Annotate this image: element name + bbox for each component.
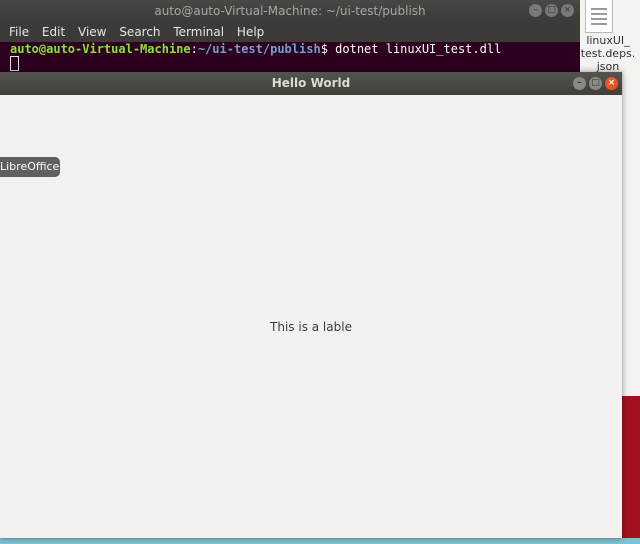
terminal-window: auto@auto-Virtual-Machine: ~/ui-test/pub… [0,0,580,78]
terminal-menubar: File Edit View Search Terminal Help [0,22,580,42]
desktop-file-label[interactable]: linuxUI_ test.deps. json [576,34,640,73]
prompt-symbol: $ [320,42,336,56]
terminal-titlebar[interactable]: auto@auto-Virtual-Machine: ~/ui-test/pub… [0,0,580,22]
terminal-output[interactable]: auto@auto-Virtual-Machine:~/ui-test/publ… [10,42,501,71]
menu-help[interactable]: Help [237,25,264,39]
minimize-icon[interactable]: – [573,77,586,90]
hello-world-titlebar[interactable]: Hello World – □ × [0,72,622,95]
maximize-icon[interactable]: □ [589,77,602,90]
terminal-title: auto@auto-Virtual-Machine: ~/ui-test/pub… [154,4,426,18]
terminal-command: dotnet linuxUI_test.dll [335,42,502,56]
prompt-separator: : [190,42,198,56]
maximize-icon[interactable]: □ [545,4,558,17]
file-icon[interactable] [585,0,613,33]
menu-file[interactable]: File [9,25,29,39]
hello-world-window: Hello World – □ × LibreOffice Impress Th… [0,72,622,538]
terminal-cursor [10,56,19,71]
desktop-wallpaper [620,396,640,544]
menu-edit[interactable]: Edit [42,25,65,39]
window-content: LibreOffice Impress This is a lable [0,95,622,538]
menu-terminal[interactable]: Terminal [173,25,224,39]
window-title: Hello World [271,76,351,90]
launcher-tooltip: LibreOffice Impress [0,157,60,177]
desktop-bottom-strip [0,538,640,544]
menu-search[interactable]: Search [119,25,160,39]
center-label: This is a lable [270,320,352,334]
prompt-user: auto@auto-Virtual-Machine [10,42,191,56]
prompt-path: ~/ui-test/publish [197,42,321,56]
tooltip-text: LibreOffice Impress [0,160,60,173]
close-icon[interactable]: × [561,4,574,17]
menu-view[interactable]: View [78,25,106,39]
close-icon[interactable]: × [605,77,618,90]
minimize-icon[interactable]: – [529,4,542,17]
